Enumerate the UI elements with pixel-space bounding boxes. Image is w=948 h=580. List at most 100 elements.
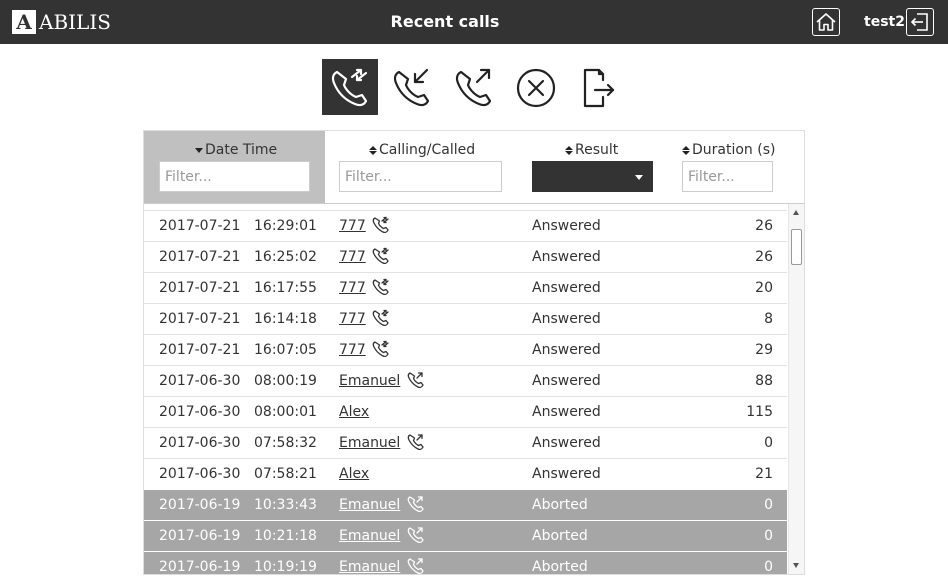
call-date: 2017-06-30 xyxy=(159,466,241,482)
sort-both-icon xyxy=(682,145,690,155)
call-outgoing-icon xyxy=(406,370,426,394)
call-date: 2017-07-21 xyxy=(159,311,241,327)
call-duration: 0 xyxy=(764,435,773,451)
table-row[interactable]: 2017-07-21 16:29:01 777 Answered 26 xyxy=(144,210,787,241)
call-duration: 29 xyxy=(755,342,773,358)
call-result: Answered xyxy=(532,373,601,389)
column-calling-called[interactable]: Calling/Called xyxy=(325,131,525,203)
call-bidirectional-icon xyxy=(371,277,391,301)
call-time: 08:00:01 xyxy=(254,404,317,420)
calling-called-link[interactable]: 777 xyxy=(339,311,366,327)
call-time: 10:21:18 xyxy=(254,528,317,544)
duration-filter-input[interactable] xyxy=(682,161,773,192)
calling-called-header-text: Calling/Called xyxy=(379,142,476,158)
table-row[interactable]: 2017-06-30 07:58:32 Emanuel Answered 0 xyxy=(144,427,787,458)
calling-called-link[interactable]: 777 xyxy=(339,218,366,234)
export-button[interactable] xyxy=(570,59,626,115)
scroll-up-arrow-icon[interactable] xyxy=(793,210,799,215)
table-row[interactable]: 2017-06-30 07:58:21 Alex Answered 21 xyxy=(144,458,787,489)
outgoing-calls-icon xyxy=(455,68,492,107)
calling-called-link[interactable]: Emanuel xyxy=(339,435,400,451)
call-time: 07:58:32 xyxy=(254,435,317,451)
calling-called-link[interactable]: Emanuel xyxy=(339,528,400,544)
calling-called-filter-input[interactable] xyxy=(339,161,502,192)
call-time: 10:33:43 xyxy=(254,497,317,513)
call-duration: 115 xyxy=(746,404,773,420)
calling-called-link[interactable]: 777 xyxy=(339,249,366,265)
call-time: 16:29:01 xyxy=(254,218,317,234)
call-result: Answered xyxy=(532,404,601,420)
delete-button[interactable] xyxy=(508,59,564,115)
outgoing-calls-button[interactable] xyxy=(446,59,502,115)
calling-called-link[interactable]: Emanuel xyxy=(339,497,400,513)
calling-called-link[interactable]: 777 xyxy=(339,280,366,296)
call-date: 2017-07-21 xyxy=(159,249,241,265)
user-name: test2 xyxy=(864,14,905,30)
column-duration[interactable]: Duration (s) xyxy=(675,131,804,203)
all-calls-icon xyxy=(331,68,368,107)
call-outgoing-icon xyxy=(406,556,426,574)
call-date: 2017-06-30 xyxy=(159,373,241,389)
table-row[interactable]: 2017-06-19 10:19:19 Emanuel Aborted 0 xyxy=(144,551,787,575)
logout-button[interactable] xyxy=(906,8,934,36)
calling-called-link[interactable]: Emanuel xyxy=(339,373,400,389)
call-duration: 0 xyxy=(764,528,773,544)
calling-called-link[interactable]: Alex xyxy=(339,466,369,482)
calling-called-link[interactable]: Emanuel xyxy=(339,559,400,574)
call-date: 2017-06-30 xyxy=(159,435,241,451)
call-result: Answered xyxy=(532,466,601,482)
call-date: 2017-06-19 xyxy=(159,528,241,544)
scrollbar-thumb[interactable] xyxy=(791,229,802,265)
date-time-filter-input[interactable] xyxy=(159,161,310,192)
table-row[interactable]: 2017-07-21 16:25:02 777 Answered 26 xyxy=(144,241,787,272)
home-button[interactable] xyxy=(812,8,840,36)
column-date-time-label[interactable]: Date Time xyxy=(195,142,277,158)
delete-icon xyxy=(516,68,556,108)
call-date: 2017-06-19 xyxy=(159,497,241,513)
all-calls-button[interactable] xyxy=(322,59,378,115)
column-duration-label[interactable]: Duration (s) xyxy=(682,142,775,158)
call-duration: 20 xyxy=(755,280,773,296)
scroll-down-arrow-icon[interactable] xyxy=(793,563,799,568)
call-duration: 88 xyxy=(755,373,773,389)
page-title: Recent calls xyxy=(390,12,500,31)
table-row[interactable]: 2017-06-19 10:33:43 Emanuel Aborted 0 xyxy=(144,489,787,520)
column-result[interactable]: Result xyxy=(525,131,675,203)
call-time: 16:14:18 xyxy=(254,311,317,327)
column-result-label[interactable]: Result xyxy=(565,142,618,158)
sort-both-icon xyxy=(565,145,573,155)
table-row[interactable]: 2017-06-30 08:00:01 Alex Answered 115 xyxy=(144,396,787,427)
column-date-time[interactable]: Date Time xyxy=(144,131,325,203)
column-calling-called-label[interactable]: Calling/Called xyxy=(369,142,475,158)
incoming-calls-button[interactable] xyxy=(384,59,440,115)
calls-table: Date Time Calling/Called Result Duration… xyxy=(143,130,805,575)
calling-called-link[interactable]: Alex xyxy=(339,404,369,420)
call-result: Aborted xyxy=(532,497,588,513)
table-scrollbar[interactable] xyxy=(788,204,804,574)
calling-called-link[interactable]: 777 xyxy=(339,342,366,358)
table-row[interactable]: 2017-07-21 16:14:18 777 Answered 8 xyxy=(144,303,787,334)
table-row[interactable]: 2017-06-19 10:21:18 Emanuel Aborted 0 xyxy=(144,520,787,551)
incoming-calls-icon xyxy=(393,68,430,107)
call-bidirectional-icon xyxy=(371,339,391,363)
call-duration: 8 xyxy=(764,311,773,327)
call-time: 10:19:19 xyxy=(254,559,317,575)
table-row[interactable]: 2017-06-30 08:00:19 Emanuel Answered 88 xyxy=(144,365,787,396)
sort-both-icon xyxy=(369,145,377,155)
call-duration: 0 xyxy=(764,497,773,513)
table-row[interactable]: 2017-07-21 16:07:05 777 Answered 29 xyxy=(144,334,787,365)
call-result: Answered xyxy=(532,311,601,327)
top-bar: A ABILIS Recent calls test2 xyxy=(0,0,948,44)
call-time: 08:00:19 xyxy=(254,373,317,389)
call-date: 2017-07-21 xyxy=(159,342,241,358)
call-date: 2017-07-21 xyxy=(159,280,241,296)
call-bidirectional-icon xyxy=(371,246,391,270)
call-date: 2017-06-19 xyxy=(159,559,241,575)
call-bidirectional-icon xyxy=(371,215,391,239)
result-filter-select[interactable] xyxy=(532,161,653,192)
table-row[interactable]: 2017-07-21 16:17:55 777 Answered 20 xyxy=(144,272,787,303)
sort-desc-icon xyxy=(195,147,203,153)
call-result: Answered xyxy=(532,342,601,358)
duration-header-text: Duration (s) xyxy=(692,142,776,158)
call-duration: 21 xyxy=(755,466,773,482)
